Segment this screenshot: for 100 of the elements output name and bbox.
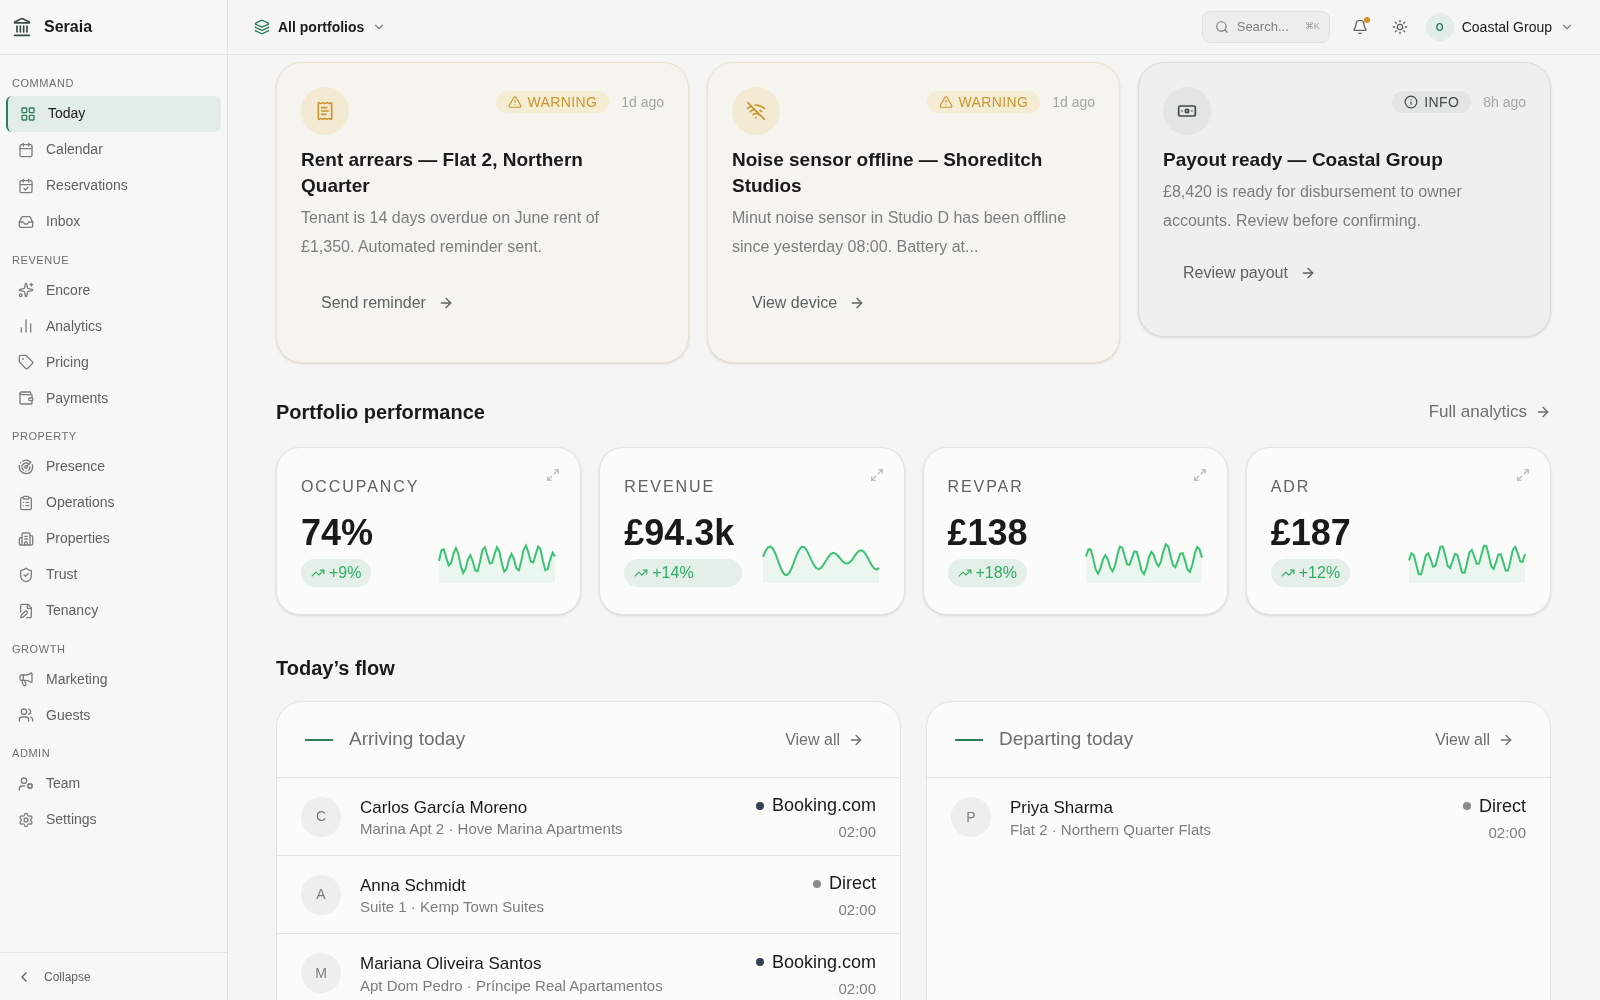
clipboard-icon — [18, 494, 34, 511]
guest-name: Anna Schmidt — [360, 874, 467, 897]
guest-row[interactable]: M Mariana Oliveira Santos Apt Dom Pedro · Príncipe Real Apartamentos Booking.com 02:00 — [277, 934, 900, 1000]
panel-title: Arriving today — [349, 727, 466, 752]
guest-row[interactable]: A Anna Schmidt Suite 1 · Kemp Town Suites Direct 02:00 — [277, 856, 900, 934]
change-badge: +9% — [301, 559, 372, 587]
kpi-value: £187 — [1270, 511, 1351, 555]
alert-body: Minut noise sensor in Studio D has been offline since yesterday 08:00. Battery at... — [732, 208, 1068, 257]
panel-title: Departing today — [999, 727, 1134, 752]
severity-badge: WARNING — [495, 91, 610, 113]
guest-name: Mariana Oliveira Santos — [360, 953, 543, 976]
accent-line — [305, 738, 333, 741]
section-heading: REVENUE — [11, 252, 71, 268]
booking-channel: Direct — [1479, 794, 1526, 818]
inbox-icon — [18, 213, 34, 230]
view-all-link[interactable]: View all — [785, 727, 864, 752]
user-gear-icon — [18, 775, 34, 792]
nav-item[interactable]: Today — [6, 95, 221, 132]
nav-item[interactable]: Inbox — [6, 203, 221, 240]
alert-time: 1d ago — [621, 92, 664, 112]
expand-icon[interactable] — [869, 468, 884, 482]
expand-icon[interactable] — [1516, 468, 1530, 482]
alert-time: 1d ago — [1052, 92, 1095, 112]
nav-item[interactable]: Encore — [6, 272, 221, 308]
expand-icon[interactable] — [546, 468, 561, 482]
alert-action[interactable]: Review payout — [1183, 261, 1316, 285]
bar-chart-icon — [18, 318, 34, 334]
wifi-off-icon — [732, 87, 780, 135]
change-badge: +18% — [947, 559, 1027, 587]
guest-avatar: M — [301, 953, 341, 993]
booking-channel: Booking.com — [771, 794, 876, 817]
nav-item[interactable]: Properties — [6, 520, 221, 557]
file-pen-icon — [18, 602, 34, 619]
wallet-icon — [18, 390, 34, 406]
guest-row[interactable]: C Carlos García Moreno Marina Apt 2 · Hove Marina Apartments Booking.com 02:00 — [277, 778, 900, 856]
alert-title: Payout ready — Coastal Group — [1163, 148, 1444, 172]
booking-channel: Booking.com — [771, 950, 876, 974]
nav-item[interactable]: Tenancy — [6, 592, 221, 629]
portfolio-selector[interactable]: All portfolios — [254, 16, 387, 38]
alert-body: £8,420 is ready for disbursement to owner accounts. Review before confirming. — [1163, 182, 1463, 231]
guest-detail: Apt Dom Pedro · Príncipe Real Apartamentos — [360, 976, 664, 995]
warning-icon — [938, 95, 953, 109]
nav-item[interactable]: Operations — [6, 484, 221, 521]
alert-title: Rent arrears — Flat 2, Northern Quarter — [301, 148, 584, 198]
arrival-time: 02:00 — [838, 823, 876, 841]
change-badge: +12% — [1270, 559, 1351, 587]
kpi-label: OCCUPANCY — [301, 477, 421, 497]
account-menu[interactable]: O Coastal Group — [1425, 13, 1574, 41]
section-title: Portfolio performance — [276, 400, 485, 425]
arrow-right-icon — [1535, 404, 1551, 420]
guest-name: Priya Sharma — [1010, 797, 1114, 820]
alert-time: 8h ago — [1483, 92, 1526, 112]
collapse-button[interactable]: Collapse — [0, 967, 107, 986]
nav-item[interactable]: Trust — [6, 556, 221, 593]
alert-action[interactable]: View device — [752, 291, 866, 315]
account-avatar: O — [1425, 13, 1454, 41]
nav-item[interactable]: Pricing — [6, 344, 221, 380]
guest-row[interactable]: P Priya Sharma Flat 2 · Northern Quarter Flats Direct 02:00 — [927, 778, 1550, 856]
kpi-label: REVPAR — [947, 477, 1025, 497]
nav-item[interactable]: Marketing — [6, 661, 221, 697]
arrival-time: 02:00 — [1488, 823, 1526, 842]
info-icon — [1404, 95, 1419, 109]
nav-item[interactable]: Guests — [6, 697, 221, 733]
kpi-label: ADR — [1270, 477, 1312, 497]
calendar-check-icon — [18, 177, 34, 194]
alert-action[interactable]: Send reminder — [321, 291, 454, 315]
section-title: Today’s flow — [276, 656, 396, 681]
guest-detail: Marina Apt 2 · Hove Marina Apartments — [360, 820, 624, 839]
nav-item[interactable]: Calendar — [6, 131, 221, 168]
expand-icon[interactable] — [1192, 468, 1207, 482]
radar-icon — [18, 458, 34, 475]
kpi-value: 74% — [301, 511, 374, 555]
sun-icon — [1391, 19, 1408, 35]
nav-item[interactable]: Analytics — [6, 308, 221, 344]
nav-item[interactable]: Settings — [6, 801, 221, 838]
nav-item[interactable]: Team — [6, 765, 221, 802]
arrival-time: 02:00 — [838, 979, 876, 998]
severity-badge: INFO — [1392, 91, 1472, 113]
guest-detail: Suite 1 · Kemp Town Suites — [360, 898, 545, 917]
full-analytics-link[interactable]: Full analytics — [1428, 399, 1551, 425]
kpi-label: REVENUE — [624, 477, 717, 497]
section-heading: GROWTH — [11, 641, 67, 657]
nav-item[interactable]: Presence — [6, 448, 221, 485]
guest-name: Carlos García Moreno — [360, 796, 529, 819]
alert-title: Noise sensor offline — Shoreditch Studios — [732, 148, 1044, 198]
bell-icon — [1351, 19, 1368, 35]
search-input[interactable]: Search... — [1236, 17, 1297, 37]
accent-line — [955, 738, 983, 741]
nav-item[interactable]: Reservations — [6, 167, 221, 204]
kpi-value: £138 — [947, 511, 1028, 555]
guest-avatar: C — [301, 796, 341, 837]
section-heading: COMMAND — [11, 76, 75, 91]
view-all-link[interactable]: View all — [1435, 727, 1514, 752]
calendar-icon — [18, 141, 34, 158]
section-heading: ADMIN — [11, 746, 52, 761]
nav-item[interactable]: Payments — [6, 380, 221, 416]
guest-avatar: P — [951, 797, 991, 837]
change-badge: +14% — [624, 559, 743, 587]
logo-icon — [12, 17, 32, 37]
kpi-value: £94.3k — [624, 511, 736, 555]
